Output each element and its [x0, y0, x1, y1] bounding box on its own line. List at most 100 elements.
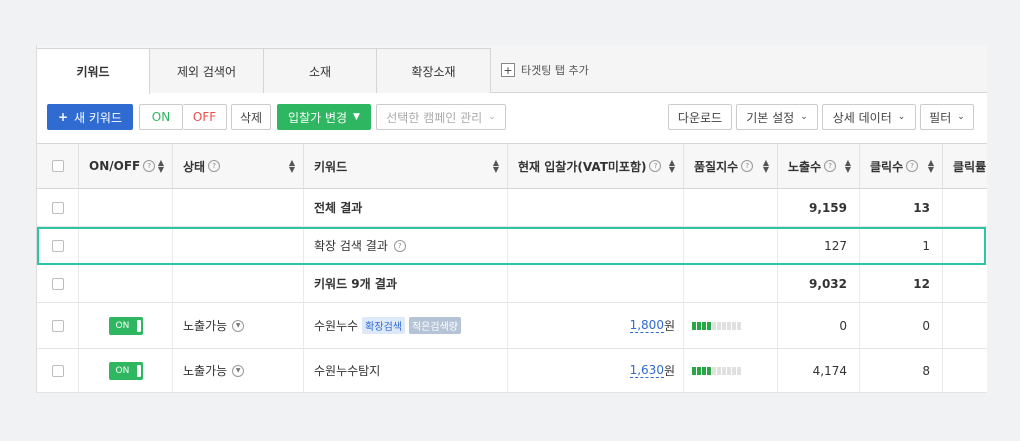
- toggle-label: ON: [115, 320, 130, 331]
- keyword-cell: 전체 결과: [304, 189, 508, 226]
- toolbar: + 새 키워드 ON OFF 삭제 입찰가 변경 ▼ 선택한 캠페인 관리 ⌄ …: [37, 93, 987, 143]
- status-cell: [173, 265, 304, 302]
- checkbox-cell: [37, 349, 79, 392]
- help-icon[interactable]: ?: [649, 160, 662, 172]
- sort-icon[interactable]: ▲ ▼: [928, 159, 934, 174]
- help-icon[interactable]: ?: [741, 160, 754, 172]
- bid-cell: [508, 227, 684, 264]
- clicks-value: 0: [922, 318, 930, 333]
- chevron-down-icon: ⌄: [957, 112, 965, 122]
- help-icon[interactable]: ?: [143, 160, 156, 172]
- chevron-down-icon[interactable]: ▼: [232, 364, 245, 377]
- column-quality[interactable]: 품질지수? ▲ ▼: [684, 144, 778, 188]
- quality-cell: [684, 265, 778, 302]
- sort-icon[interactable]: ▲ ▼: [158, 159, 164, 174]
- off-button[interactable]: OFF: [183, 104, 227, 130]
- plus-icon: +: [501, 63, 515, 77]
- tab-extension[interactable]: 확장소재: [377, 48, 491, 93]
- row-checkbox[interactable]: [51, 319, 64, 332]
- row-checkbox[interactable]: [51, 277, 64, 290]
- column-label: 노출수: [788, 159, 822, 174]
- checkbox-cell: [37, 265, 79, 302]
- sort-icon[interactable]: ▲ ▼: [669, 159, 675, 174]
- status-cell: 노출가능 ▼: [173, 303, 304, 348]
- column-label: 키워드: [314, 159, 348, 174]
- new-keyword-button[interactable]: + 새 키워드: [47, 104, 133, 130]
- tab-ad-creative[interactable]: 소재: [264, 48, 377, 93]
- off-label: OFF: [192, 110, 217, 124]
- campaign-manage-label: 선택한 캠페인 관리: [386, 110, 483, 125]
- onoff-cell: [79, 189, 173, 226]
- column-ctr[interactable]: 클릭률: [943, 144, 987, 188]
- add-tab-label: 타겟팅 탭 추가: [521, 64, 589, 77]
- table-row[interactable]: ON 노출가능 ▼ 수원누수탐지 1,630 원 4,174 8: [37, 349, 987, 393]
- sort-icon[interactable]: ▲ ▼: [763, 159, 769, 174]
- clicks-value: 8: [922, 363, 930, 378]
- column-bid[interactable]: 현재 입찰가(VAT미포함)? ▲ ▼: [508, 144, 684, 188]
- impressions-value: 0: [839, 318, 847, 333]
- onoff-cell: ON: [79, 349, 173, 392]
- quality-index-bar: [692, 366, 741, 375]
- column-keyword[interactable]: 키워드 ▲ ▼: [304, 144, 508, 188]
- column-label: 상태: [183, 159, 206, 174]
- new-keyword-label: 새 키워드: [74, 110, 123, 125]
- detail-data-label: 상세 데이터: [832, 110, 892, 125]
- row-checkbox[interactable]: [51, 201, 64, 214]
- bid-change-dropdown[interactable]: 입찰가 변경 ▼: [277, 104, 371, 130]
- sort-icon[interactable]: ▲ ▼: [845, 159, 851, 174]
- column-label: 클릭수: [870, 159, 904, 174]
- detail-data-dropdown[interactable]: 상세 데이터 ⌄: [822, 104, 916, 130]
- help-icon[interactable]: ?: [208, 160, 221, 172]
- column-onoff[interactable]: ON/OFF? ▲ ▼: [79, 144, 173, 188]
- bid-change-label: 입찰가 변경: [288, 110, 348, 125]
- keyword-text: 확장 검색 결과: [314, 239, 388, 253]
- impressions-value: 4,174: [812, 363, 847, 378]
- tab-keyword[interactable]: 키워드: [37, 48, 150, 94]
- sort-icon[interactable]: ▲ ▼: [493, 159, 499, 174]
- filter-dropdown[interactable]: 필터 ⌄: [920, 104, 974, 130]
- tab-excluded-keyword[interactable]: 제외 검색어: [150, 48, 264, 93]
- bid-unit: 원: [663, 319, 675, 333]
- on-off-toggle[interactable]: ON: [108, 361, 143, 380]
- quality-index-bar: [692, 321, 741, 330]
- clicks-cell: 13: [860, 189, 943, 226]
- clicks-cell: 12: [860, 265, 943, 302]
- bid-value[interactable]: 1,630: [629, 363, 664, 378]
- on-off-toggle[interactable]: ON: [108, 316, 143, 335]
- on-label: ON: [151, 110, 171, 124]
- help-icon[interactable]: ?: [393, 239, 406, 252]
- chevron-down-icon: ⌄: [897, 112, 906, 122]
- add-targeting-tab-button[interactable]: + 타겟팅 탭 추가: [501, 48, 589, 92]
- keyword-cell: 키워드 9개 결과: [304, 265, 508, 302]
- keyword-cell: 수원누수 확장검색 적은검색량: [304, 303, 508, 348]
- chevron-down-icon[interactable]: ▼: [232, 319, 245, 332]
- delete-button[interactable]: 삭제: [231, 104, 271, 130]
- download-button[interactable]: 다운로드: [668, 104, 732, 130]
- bid-cell: [508, 265, 684, 302]
- row-checkbox[interactable]: [51, 239, 64, 252]
- summary-row-extended: 확장 검색 결과? 127 1: [37, 227, 987, 265]
- quality-cell: [684, 189, 778, 226]
- sort-icon[interactable]: ▲ ▼: [289, 159, 295, 174]
- tab-bar: 키워드 제외 검색어 소재 확장소재 + 타겟팅 탭 추가: [37, 45, 987, 94]
- keyword-link[interactable]: 수원누수: [314, 317, 358, 334]
- impressions-value: 9,159: [809, 200, 847, 215]
- keyword-panel: 키워드 제외 검색어 소재 확장소재 + 타겟팅 탭 추가 + 새 키워드 ON…: [36, 45, 987, 393]
- help-icon[interactable]: ?: [824, 160, 837, 172]
- campaign-manage-dropdown[interactable]: 선택한 캠페인 관리 ⌄: [376, 104, 506, 130]
- row-checkbox[interactable]: [51, 364, 64, 377]
- bid-cell: [508, 189, 684, 226]
- column-status[interactable]: 상태? ▲ ▼: [173, 144, 304, 188]
- tab-label: 키워드: [76, 65, 110, 79]
- keyword-link[interactable]: 수원누수탐지: [314, 362, 380, 379]
- table-header: ON/OFF? ▲ ▼ 상태? ▲ ▼ 키워드 ▲ ▼ 현재 입찰가(VAT미포함)?…: [37, 143, 987, 189]
- column-impressions[interactable]: 노출수? ▲ ▼: [778, 144, 860, 188]
- help-icon[interactable]: ?: [906, 160, 919, 172]
- clicks-value: 12: [913, 276, 930, 291]
- table-row[interactable]: ON 노출가능 ▼ 수원누수 확장검색 적은검색량 1,800 원 0 0: [37, 303, 987, 349]
- bid-value[interactable]: 1,800: [629, 318, 664, 333]
- select-all-checkbox[interactable]: [51, 160, 64, 172]
- column-clicks[interactable]: 클릭수? ▲ ▼: [860, 144, 943, 188]
- default-settings-dropdown[interactable]: 기본 설정 ⌄: [736, 104, 818, 130]
- on-button[interactable]: ON: [139, 104, 183, 130]
